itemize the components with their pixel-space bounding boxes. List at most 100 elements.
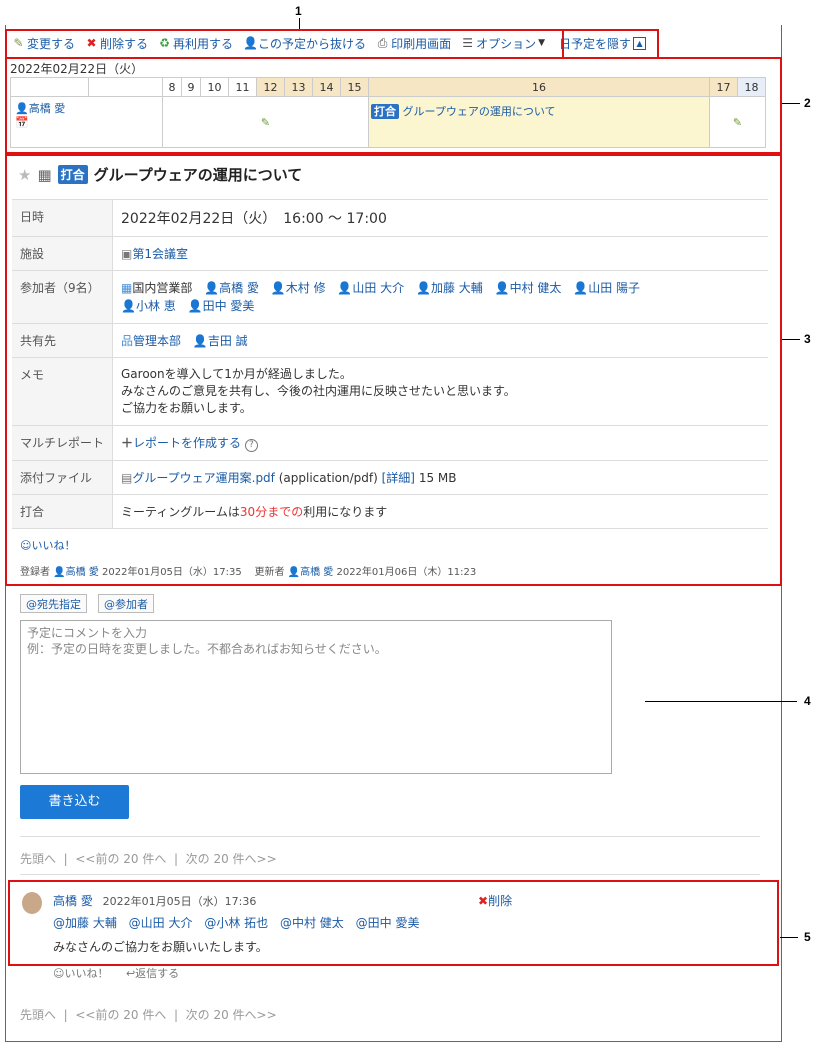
comment-actions: ☺いいね！ ↩返信する	[53, 965, 179, 981]
pager-first: 先頭へ	[20, 852, 57, 866]
timeline-corner	[10, 77, 89, 97]
recycle-icon: ♻	[159, 35, 170, 50]
callout-4-line	[645, 701, 797, 702]
timeline-user-name[interactable]: 高橋 愛	[29, 102, 66, 115]
action-toolbar: ✎ 変更する ✖ 削除する ♻ 再利用する 👤 この予定から抜ける ⎙ 印刷用画面 ☰ オプ…	[12, 34, 647, 52]
participant[interactable]: 👤小林 恵	[121, 299, 176, 313]
hide-day-button[interactable]: 日予定を隠す ▲	[559, 35, 647, 52]
callout-1: 1	[295, 4, 302, 18]
participant-org[interactable]: ▦国内営業部	[121, 281, 192, 295]
divider	[20, 874, 760, 875]
detail-title-text: グループウェアの運用について	[93, 166, 303, 184]
delete-button[interactable]: ✖ 削除する	[85, 35, 148, 52]
mention-link[interactable]: @山田 大介	[129, 916, 193, 930]
mention-link[interactable]: @中村 健太	[280, 916, 344, 930]
options-button[interactable]: ☰ オプション ▼	[461, 35, 545, 52]
attachment-label: 添付ファイル	[12, 460, 113, 495]
registered-user[interactable]: 高橋 愛	[66, 567, 99, 578]
participant[interactable]: 👤高橋 愛	[204, 281, 259, 295]
callout-2: 2	[804, 96, 811, 110]
day-timeline: 8 9 10 11 12 13 14 15 16 17 18 👤高橋 愛 📅 ✎…	[10, 77, 766, 148]
participant[interactable]: 👤中村 健太	[495, 281, 562, 295]
leave-button[interactable]: 👤 この予定から抜ける	[243, 35, 366, 52]
attachment-link[interactable]: グループウェア運用案.pdf	[132, 471, 275, 485]
reuse-button[interactable]: ♻ 再利用する	[158, 35, 233, 52]
event-tag: 打合	[371, 104, 399, 119]
pager-prev: <<前の 20 件へ	[75, 1008, 167, 1022]
create-report-link[interactable]: レポートを作成する	[133, 436, 241, 450]
calendar-icon[interactable]: 📅	[15, 116, 29, 129]
divider	[20, 836, 760, 837]
memo-line: Garoonを導入して1か月が経過しました。	[121, 367, 352, 381]
attachment-detail-link[interactable]: [詳細]	[382, 471, 415, 485]
timeline-free-slot[interactable]: ✎	[162, 96, 369, 148]
edit-button[interactable]: ✎ 変更する	[12, 35, 75, 52]
schedule-detail-table: 日時 2022年02月22日（火） 16:00 〜 17:00 施設 ▣第1会議…	[12, 199, 768, 529]
hour-header: 14	[312, 77, 341, 97]
meeting-cell: ミーティングルームは30分までの利用になります	[112, 494, 768, 529]
memo-label: メモ	[12, 357, 113, 426]
hour-header: 13	[284, 77, 313, 97]
file-icon: ▤	[121, 471, 133, 485]
comment-reply-button[interactable]: ↩返信する	[126, 967, 179, 980]
add-schedule-icon[interactable]: ✎	[733, 116, 742, 129]
participant[interactable]: 👤山田 陽子	[573, 281, 640, 295]
facility-link[interactable]: 第1会議室	[132, 247, 188, 261]
mention-link[interactable]: @加藤 大輔	[53, 916, 117, 930]
hour-header: 16	[368, 77, 710, 97]
mention-link[interactable]: @田中 愛美	[356, 916, 420, 930]
meeting-text-end: 利用になります	[303, 505, 388, 519]
comment-like-button[interactable]: ☺いいね！	[53, 967, 108, 980]
participant[interactable]: 👤田中 愛美	[188, 299, 255, 313]
user-icon: 👤	[15, 102, 29, 115]
participant[interactable]: 👤山田 大介	[337, 281, 404, 295]
detail-tag: 打合	[57, 165, 88, 184]
star-icon[interactable]: ★	[18, 166, 31, 184]
share-user[interactable]: 👤吉田 誠	[193, 334, 248, 348]
schedule-title: ★ ▦ 打合 グループウェアの運用について	[18, 164, 302, 185]
updated-user[interactable]: 高橋 愛	[300, 567, 333, 578]
comment-input[interactable]: 予定にコメントを入力 例：予定の日時を変更しました。不都合あればお知らせください…	[20, 620, 612, 774]
timeline-free-slot-2[interactable]: ✎	[709, 96, 766, 148]
hour-header: 12	[256, 77, 285, 97]
facility-icon: ▣	[121, 247, 133, 261]
facility-label: 施設	[12, 236, 113, 271]
org-tree-icon: 品	[121, 334, 134, 348]
chevron-down-icon: ▼	[538, 38, 546, 48]
timeline-event-title[interactable]: グループウェアの運用について	[403, 105, 556, 118]
user-icon: 👤	[337, 281, 353, 295]
options-icon: ☰	[462, 35, 473, 50]
hour-header: 15	[340, 77, 369, 97]
share-label: 共有先	[12, 323, 113, 358]
hour-header: 18	[737, 77, 766, 97]
hour-header: 8	[162, 77, 182, 97]
pager-top: 先頭へ | <<前の 20 件へ | 次の 20 件へ>>	[20, 852, 277, 866]
mention-participants-button[interactable]: @参加者	[98, 594, 154, 613]
plus-icon: ＋	[121, 436, 134, 450]
print-button[interactable]: ⎙ 印刷用画面	[376, 35, 451, 52]
user-icon: 👤	[53, 567, 66, 578]
share-org[interactable]: 品管理本部	[121, 334, 181, 348]
callout-4: 4	[804, 694, 811, 708]
comment-delete-button[interactable]: ✖削除	[478, 892, 512, 909]
participant[interactable]: 👤木村 修	[271, 281, 326, 295]
participant[interactable]: 👤加藤 大輔	[416, 281, 483, 295]
comment-author[interactable]: 高橋 愛	[53, 894, 93, 908]
comment-placeholder-line: 予定にコメントを入力	[27, 626, 148, 640]
pager-next: 次の 20 件へ>>	[185, 852, 277, 866]
user-leave-icon: 👤	[243, 35, 258, 50]
mention-to-button[interactable]: @宛先指定	[20, 594, 87, 613]
submit-comment-button[interactable]: 書き込む	[20, 785, 129, 819]
timeline-user-cell: 👤高橋 愛 📅	[10, 96, 163, 148]
like-button[interactable]: ☺いいね！	[20, 537, 75, 553]
mention-link[interactable]: @小林 拓也	[204, 916, 268, 930]
timeline-event[interactable]: 打合 グループウェアの運用について	[368, 96, 710, 148]
org-icon: ▦	[121, 281, 133, 295]
help-icon[interactable]: ?	[244, 439, 258, 452]
smile-icon: ☺	[53, 967, 65, 980]
add-schedule-icon[interactable]: ✎	[261, 116, 270, 129]
user-icon: 👤	[494, 281, 510, 295]
callout-3: 3	[804, 332, 811, 346]
hour-header: 17	[709, 77, 738, 97]
memo-line: みなさんのご意見を共有し、今後の社内運用に反映させたいと思います。	[121, 384, 516, 398]
